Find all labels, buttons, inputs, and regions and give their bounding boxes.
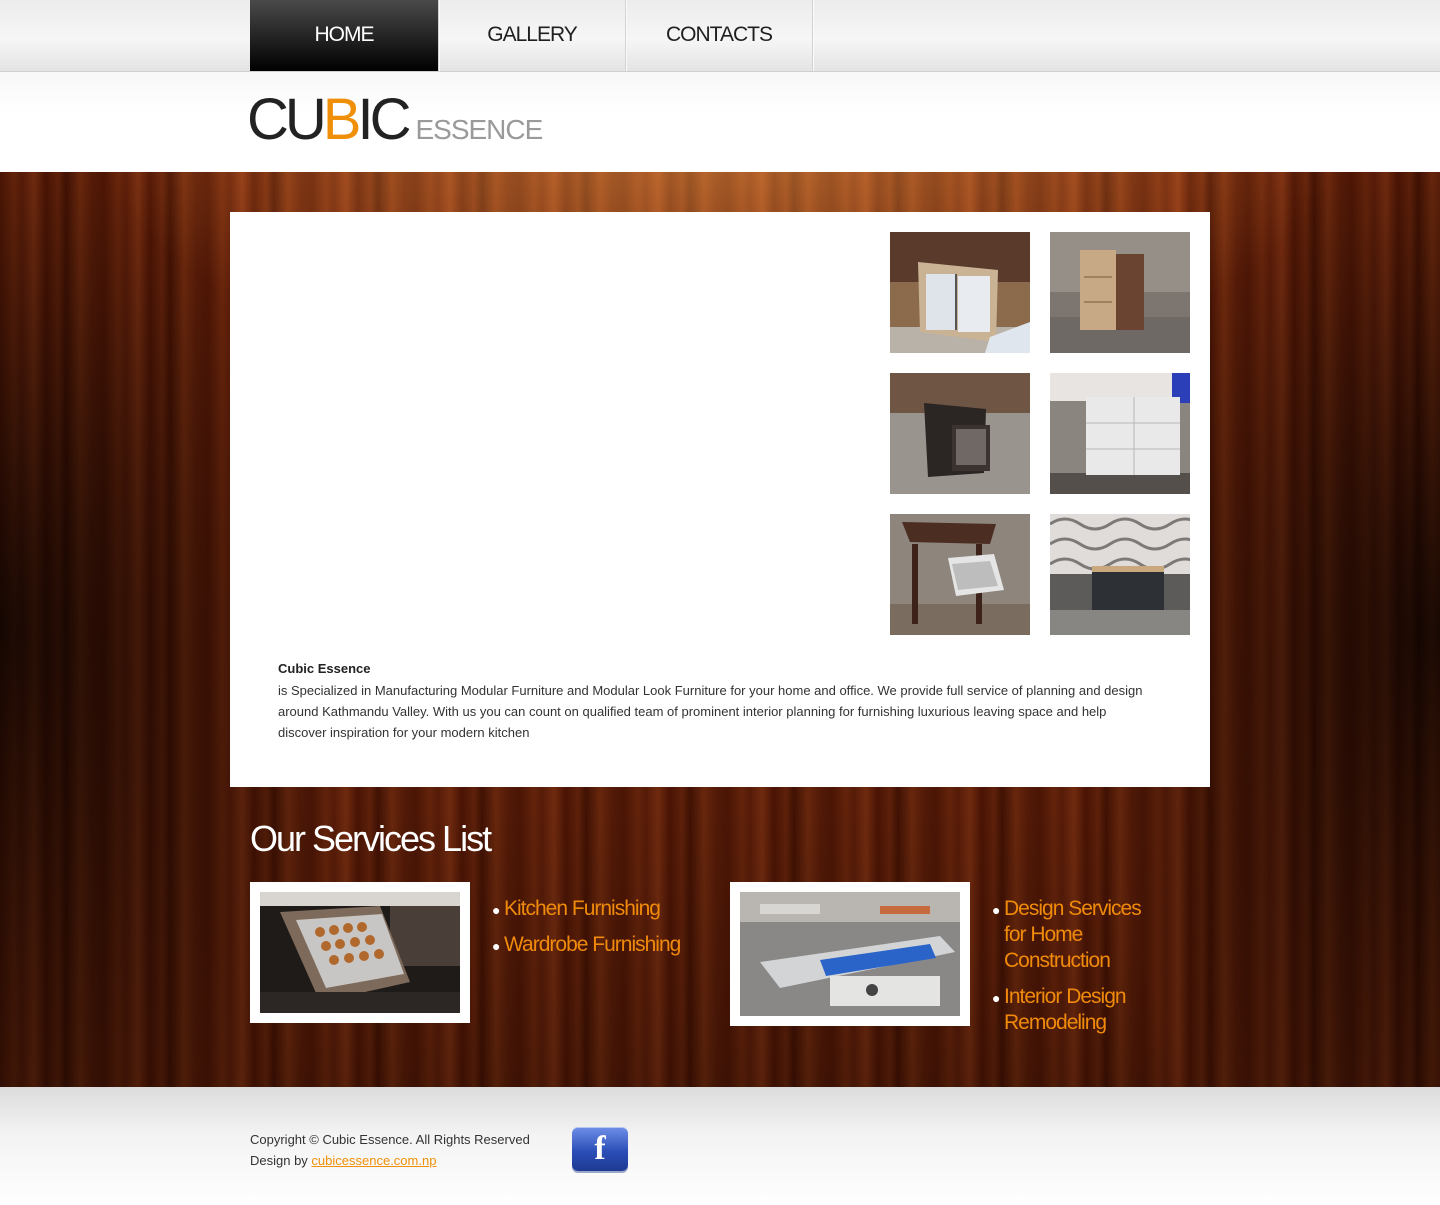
footer: Copyright © Cubic Essence. All Rights Re… (0, 1087, 1440, 1205)
services-heading: Our Services List (250, 818, 492, 859)
copyright-block: Copyright © Cubic Essence. All Rights Re… (250, 1129, 530, 1171)
service-item[interactable]: ● Kitchen Furnishing (492, 896, 712, 922)
wood-background-section: Cubic Essence is Specialized in Manufact… (0, 172, 1440, 1087)
service-image-workshop (730, 882, 970, 1026)
site-logo[interactable]: CUBIC ESSENCE (247, 91, 543, 149)
logo-part-2: IC (357, 87, 411, 152)
logo-subtitle: ESSENCE (415, 114, 543, 145)
nav-contacts[interactable]: CONTACTS (625, 0, 813, 71)
panel-saw-machine-photo (740, 892, 960, 1016)
bullet-icon: ● (492, 938, 501, 954)
services-list-right: ● Design Services for Home Construction ●… (992, 896, 1162, 1046)
about-title: Cubic Essence (278, 661, 371, 676)
kitchen-drawer-photo (260, 892, 460, 1013)
intro-panel: Cubic Essence is Specialized in Manufact… (230, 212, 1210, 787)
design-credit: Design by cubicessence.com.np (250, 1153, 437, 1168)
wooden-nightstand-photo (1050, 232, 1190, 353)
sliding-door-wardrobe-photo (890, 232, 1030, 353)
service-item[interactable]: ● Interior Design Remodeling (992, 984, 1162, 1036)
facebook-icon[interactable]: f (572, 1127, 628, 1171)
nav-gallery[interactable]: GALLERY (438, 0, 626, 71)
bullet-icon: ● (992, 990, 1001, 1006)
service-item[interactable]: ● Design Services for Home Construction (992, 896, 1162, 974)
header-band: CUBIC ESSENCE (0, 72, 1440, 172)
copyright-text: Copyright © Cubic Essence. All Rights Re… (250, 1132, 530, 1147)
logo-accent-letter: B (322, 87, 362, 152)
service-image-kitchen (250, 882, 470, 1023)
service-item[interactable]: ● Wardrobe Furnishing (492, 932, 712, 958)
top-navigation: HOME GALLERY CONTACTS (0, 0, 1440, 72)
bullet-icon: ● (992, 902, 1001, 918)
about-description: is Specialized in Manufacturing Modular … (278, 683, 1143, 740)
nav-divider (812, 0, 813, 71)
gallery-thumb-6[interactable] (1050, 514, 1190, 635)
services-list-left: ● Kitchen Furnishing ● Wardrobe Furnishing (492, 896, 712, 968)
white-drawer-unit-photo (1050, 373, 1190, 494)
gallery-thumb-3[interactable] (890, 373, 1030, 494)
nav-home[interactable]: HOME (250, 0, 438, 71)
designer-link[interactable]: cubicessence.com.np (311, 1153, 436, 1168)
open-drawer-table-photo (890, 514, 1030, 635)
gallery-thumb-5[interactable] (890, 514, 1030, 635)
gallery-thumb-4[interactable] (1050, 373, 1190, 494)
bullet-icon: ● (492, 902, 501, 918)
logo-part-1: CU (247, 87, 327, 152)
gallery-thumb-1[interactable] (890, 232, 1030, 353)
dark-drawer-cabinet-photo (890, 373, 1030, 494)
dark-office-desk-photo (1050, 514, 1190, 635)
gallery-thumb-2[interactable] (1050, 232, 1190, 353)
